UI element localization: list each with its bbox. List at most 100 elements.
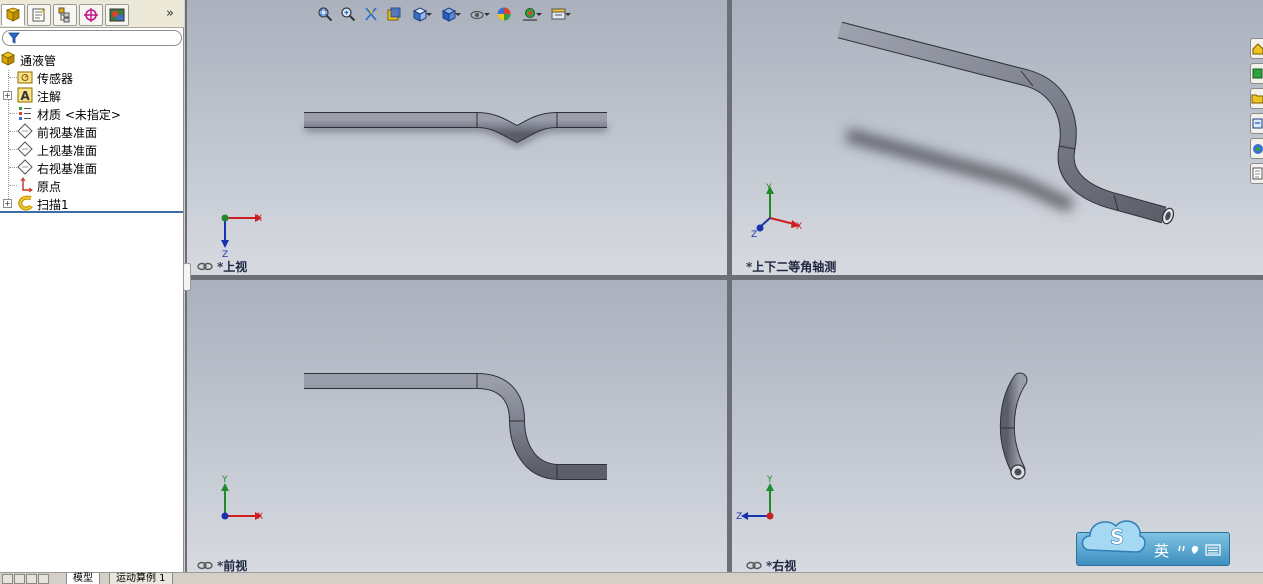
viewport-label-top[interactable]: *上视 (197, 258, 247, 275)
tree-item-label: 注解 (37, 90, 62, 104)
tree-item-1[interactable]: 通液管 (0, 50, 184, 68)
tree-item-label: 上视基准面 (37, 144, 98, 158)
ime-mode-label[interactable]: 英 (1154, 540, 1169, 561)
feature-tree-icon (5, 7, 21, 22)
axis-z-label: Z (736, 512, 742, 522)
tube-model-iso (837, 21, 1175, 225)
plane-icon (17, 159, 33, 175)
task-pane-file-explorer-tab[interactable] (1250, 88, 1263, 109)
link-views-icon (197, 561, 213, 570)
origin-icon (17, 177, 33, 193)
tree-item-4[interactable]: 材质 <未指定> (0, 104, 184, 122)
material-icon (17, 105, 33, 121)
zoom-to-fit-icon (318, 7, 333, 22)
tree-item-5[interactable]: 前视基准面 (0, 122, 184, 140)
tree-item-7[interactable]: 右视基准面 (0, 158, 184, 176)
zoom-to-fit-button[interactable] (316, 5, 334, 23)
task-pane-view-palette-tab[interactable] (1250, 113, 1263, 134)
feature-manager-panel: » 通液管 传感器 + A 注解材质 <未指定> 前视基准面上视基准面 右视基准面原点 + 扫描… (0, 0, 184, 584)
tree-branch-line (9, 77, 17, 78)
tree-branch-line (9, 113, 17, 114)
feature-tree: 通液管 传感器 + A 注解材质 <未指定> 前视基准面上视基准面 右视基准面原点 + 扫描1 (0, 50, 184, 212)
hide-show-items-button[interactable] (466, 5, 490, 23)
panel-splitter-handle[interactable] (183, 263, 191, 291)
property-manager-tab[interactable] (27, 4, 51, 26)
task-pane-resources-tab[interactable] (1250, 38, 1263, 59)
prev-tab-button[interactable] (14, 574, 25, 584)
viewport-name: *前视 (217, 559, 248, 572)
viewport-top[interactable]: X Z *上视 (187, 0, 727, 275)
edit-appearance-icon (497, 7, 511, 21)
rollback-bar[interactable] (0, 211, 183, 213)
viewport-label-iso[interactable]: *上下二等角轴测 (746, 258, 836, 275)
tree-expand-toggle[interactable]: + (3, 91, 12, 100)
display-manager-tab[interactable] (105, 4, 129, 26)
axis-z-label: Z (222, 250, 228, 258)
viewport-name: *上下二等角轴测 (746, 260, 837, 274)
configuration-manager-tab[interactable] (53, 4, 77, 26)
tab-motion-study[interactable]: 运动算例 1 (109, 573, 173, 584)
view-settings-button[interactable] (547, 5, 571, 23)
axis-triad-top: X Z (221, 214, 262, 258)
svg-text:A: A (21, 89, 31, 103)
tree-item-3[interactable]: + A 注解 (0, 86, 184, 104)
home-icon (1252, 43, 1263, 55)
plane-icon (17, 123, 33, 139)
tree-item-9[interactable]: + 扫描1 (0, 194, 184, 212)
viewport-front[interactable]: Y X *前视 (187, 280, 727, 572)
filter-icon (8, 32, 20, 44)
link-views-icon (197, 262, 213, 271)
tree-item-label: 通液管 (20, 54, 57, 68)
edit-appearance-button[interactable] (495, 5, 513, 23)
dimxpert-icon (84, 8, 98, 22)
axis-triad-iso: Y X Z (751, 183, 802, 240)
axis-x-label: X (796, 222, 802, 232)
first-tab-button[interactable] (2, 574, 13, 584)
tree-item-8[interactable]: 原点 (0, 176, 184, 194)
tree-branch-line (9, 185, 17, 186)
configuration-icon (58, 7, 70, 23)
tree-item-label: 原点 (37, 180, 62, 194)
tree-item-label: 材质 <未指定> (37, 108, 121, 122)
design-library-icon (1252, 68, 1263, 79)
axis-y-label: Y (765, 183, 772, 193)
annotation-icon: A (17, 87, 33, 103)
tube-model-front (304, 373, 607, 480)
custom-properties-icon (1252, 167, 1263, 180)
viewport-label-right[interactable]: *右视 (746, 557, 796, 572)
task-pane-appearances-tab[interactable] (1250, 138, 1263, 159)
tab-model[interactable]: 模型 (66, 573, 100, 584)
task-pane-tabs (1250, 38, 1263, 184)
ime-logo-letter: S (1110, 525, 1124, 549)
link-views-icon (746, 561, 762, 570)
document-tabs-bar: 模型 运动算例 1 (0, 572, 1263, 584)
viewport-label-front[interactable]: *前视 (197, 557, 247, 572)
ime-status-widget[interactable]: S 英 (1076, 510, 1230, 568)
viewport-trimetric[interactable]: Y X Z *上下二等角轴测 (732, 0, 1263, 275)
task-pane-design-library-tab[interactable] (1250, 63, 1263, 84)
section-view-button[interactable] (385, 5, 403, 23)
zoom-to-area-button[interactable] (339, 5, 357, 23)
dimxpert-tab[interactable] (79, 4, 103, 26)
tree-branch-line (9, 167, 17, 168)
axis-y-label: Y (766, 475, 773, 485)
next-tab-button[interactable] (26, 574, 37, 584)
property-icon (32, 8, 45, 22)
last-tab-button[interactable] (38, 574, 49, 584)
previous-view-button[interactable] (362, 5, 380, 23)
ime-cloud-logo: S (1081, 520, 1146, 553)
display-style-button[interactable] (437, 5, 461, 23)
feature-manager-tab[interactable] (1, 4, 25, 26)
panel-more-tabs-button[interactable]: » (166, 6, 174, 21)
tree-item-6[interactable]: 上视基准面 (0, 140, 184, 158)
apply-scene-button[interactable] (518, 5, 542, 23)
ime-tools-icon[interactable] (1176, 542, 1224, 558)
tree-expand-toggle[interactable]: + (3, 199, 12, 208)
task-pane-custom-properties-tab[interactable] (1250, 163, 1263, 184)
tree-item-2[interactable]: 传感器 (0, 68, 184, 86)
view-orientation-button[interactable] (408, 5, 432, 23)
tree-filter-input[interactable] (2, 30, 182, 46)
solidworks-window: » 通液管 传感器 + A 注解材质 <未指定> 前视基准面上视基准面 右视基准面原点 + 扫描… (0, 0, 1263, 584)
part-icon (0, 51, 16, 67)
plane-icon (17, 141, 33, 157)
